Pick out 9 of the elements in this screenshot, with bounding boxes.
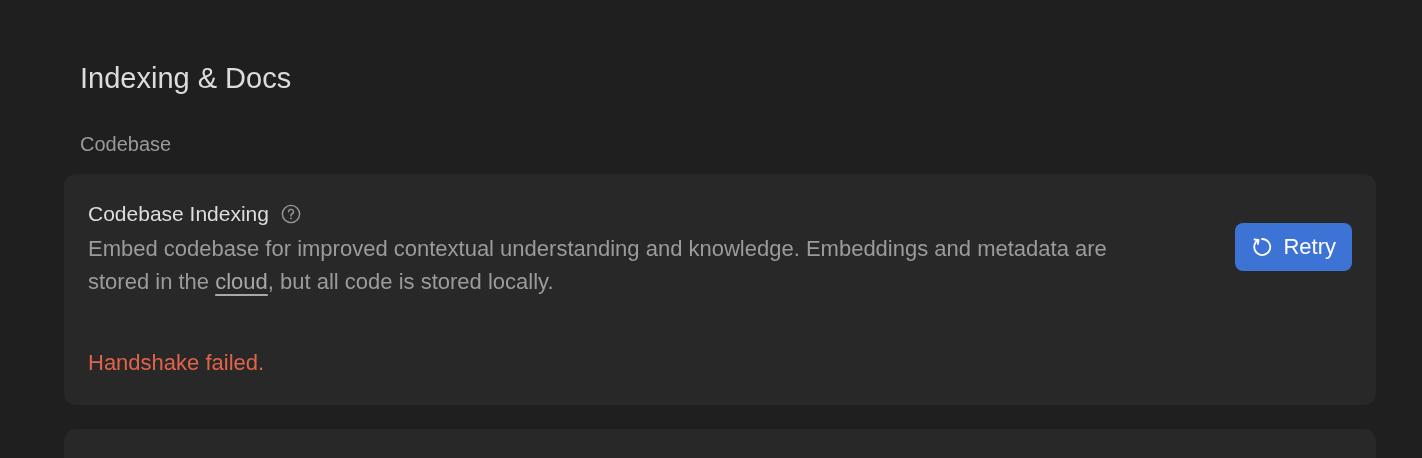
error-message: Handshake failed. [88,349,266,377]
page-title: Indexing & Docs [80,61,293,96]
help-icon[interactable] [281,204,301,224]
retry-button[interactable]: Retry [1235,223,1352,271]
cloud-link[interactable]: cloud [215,269,268,294]
setting-title: Codebase Indexing [88,201,269,227]
section-label: Codebase [80,132,173,157]
setting-description: Embed codebase for improved contextual understanding and knowledge. Embeddings and metadata are stored in the cloud, but all code is stored locally. [88,235,1108,296]
refresh-icon [1251,236,1274,258]
